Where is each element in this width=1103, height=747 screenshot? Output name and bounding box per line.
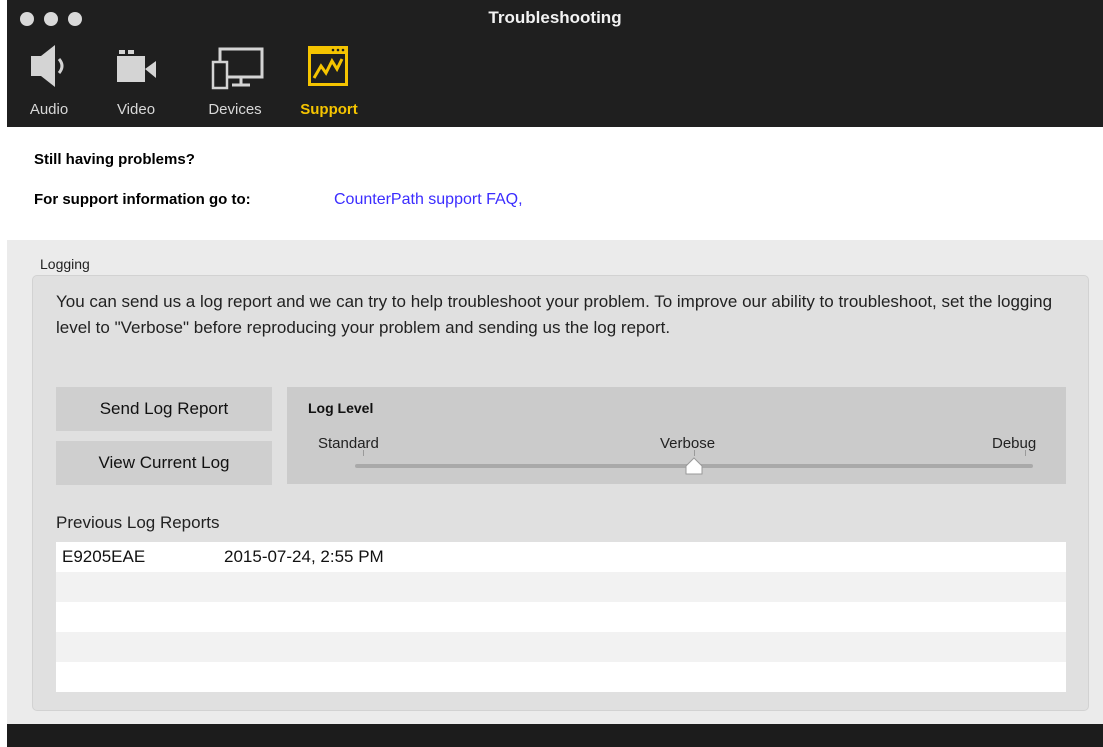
table-row bbox=[56, 602, 1066, 632]
tab-devices[interactable]: Devices bbox=[200, 42, 270, 122]
previous-log-reports-title: Previous Log Reports bbox=[56, 513, 220, 532]
support-info-label: For support information go to: bbox=[34, 191, 251, 208]
devices-icon bbox=[211, 47, 264, 90]
tab-video-label: Video bbox=[116, 101, 156, 118]
video-camera-icon bbox=[117, 50, 156, 82]
log-level-standard-label: Standard bbox=[318, 435, 379, 452]
tab-audio[interactable]: Audio bbox=[25, 42, 73, 122]
send-log-report-button[interactable]: Send Log Report bbox=[56, 387, 272, 431]
log-level-slider-thumb[interactable] bbox=[685, 457, 703, 475]
title-bar: Troubleshooting Audio Video Devices Supp… bbox=[7, 0, 1103, 127]
table-row[interactable]: E9205EAE 2015-07-24, 2:55 PM bbox=[56, 542, 1066, 572]
troubleshooting-window: Troubleshooting Audio Video Devices Supp… bbox=[7, 0, 1103, 747]
log-level-tick-debug bbox=[1025, 450, 1026, 456]
view-current-log-button[interactable]: View Current Log bbox=[56, 441, 272, 485]
table-row bbox=[56, 662, 1066, 692]
support-chart-icon bbox=[308, 46, 348, 86]
log-level-debug-label: Debug bbox=[992, 435, 1037, 452]
logging-group-title: Logging bbox=[40, 256, 90, 272]
support-faq-link[interactable]: CounterPath support FAQ, bbox=[334, 191, 523, 209]
tab-devices-label: Devices bbox=[208, 101, 262, 118]
tab-support-label: Support bbox=[300, 101, 358, 118]
log-level-tick-verbose bbox=[694, 450, 695, 456]
tab-support[interactable]: Support bbox=[287, 42, 371, 122]
bottom-bar bbox=[7, 724, 1103, 747]
window-title: Troubleshooting bbox=[488, 8, 622, 27]
log-level-title: Log Level bbox=[308, 400, 374, 416]
previous-log-reports-table: E9205EAE 2015-07-24, 2:55 PM bbox=[56, 542, 1066, 692]
logging-description: You can send us a log report and we can … bbox=[56, 292, 1053, 337]
still-having-problems-heading: Still having problems? bbox=[34, 151, 195, 168]
tab-audio-label: Audio bbox=[29, 101, 69, 118]
support-info-panel bbox=[7, 127, 1103, 240]
table-row bbox=[56, 572, 1066, 602]
log-level-tick-standard bbox=[363, 450, 364, 456]
log-level-verbose-label: Verbose bbox=[660, 435, 716, 452]
tab-video[interactable]: Video bbox=[112, 42, 160, 122]
log-level-panel: Log Level Standard Verbose Debug bbox=[287, 387, 1066, 484]
speaker-icon bbox=[31, 45, 64, 87]
report-id-cell: E9205EAE bbox=[62, 547, 146, 566]
report-date-cell: 2015-07-24, 2:55 PM bbox=[224, 547, 384, 566]
table-row bbox=[56, 632, 1066, 662]
